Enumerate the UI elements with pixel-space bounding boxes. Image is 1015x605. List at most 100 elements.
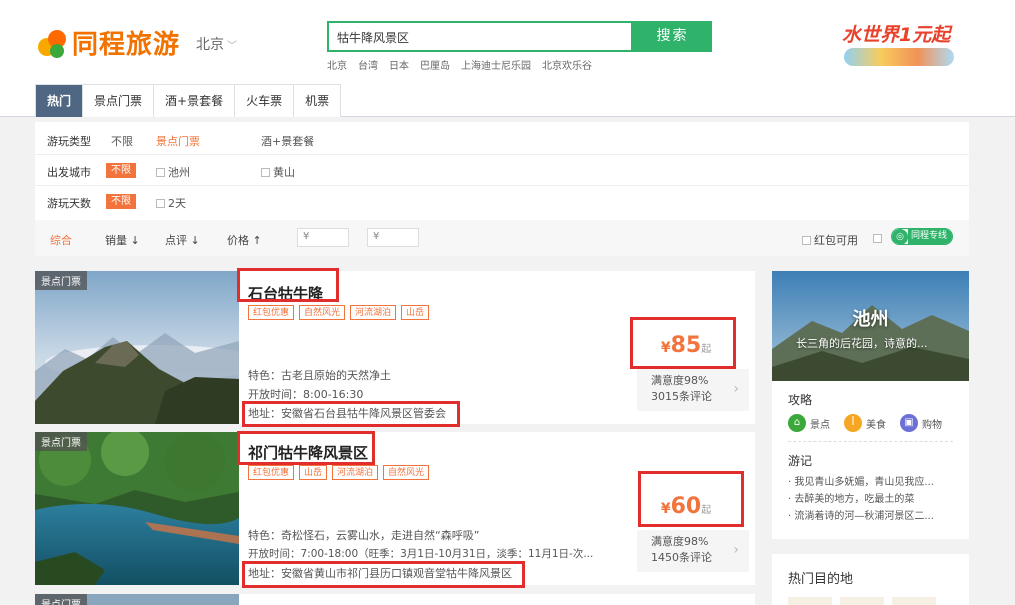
logo-text: 同程旅游 bbox=[72, 30, 181, 60]
destination-city: 池州 bbox=[852, 309, 889, 330]
hot-link[interactable]: 台湾 bbox=[358, 57, 378, 72]
city-name: 北京 bbox=[196, 37, 224, 53]
destination-card[interactable]: 池州 长三角的后花园，诗意的... 攻略 ⌂ 景点 ꟾ 美食 ▣ 购物 游记 · 我见… bbox=[772, 271, 969, 539]
listing-feature: 特色：奇松怪石，云雾山水，走进自然“森呼吸” bbox=[248, 529, 480, 542]
chevron-right-icon: › bbox=[733, 542, 739, 558]
tag: 山岳 bbox=[401, 305, 430, 320]
tab-hotel-package[interactable]: 酒+景套餐 bbox=[154, 85, 236, 117]
filter-checkbox[interactable]: 2天 bbox=[156, 195, 186, 211]
guide-links: ⌂ 景点 ꟾ 美食 ▣ 购物 bbox=[788, 414, 942, 432]
travel-note-link[interactable]: · 我见青山多妩媚，青山见我应... bbox=[788, 474, 934, 491]
food-icon: ꟾ bbox=[844, 414, 862, 432]
hot-destinations-card: 热门目的地 bbox=[772, 554, 969, 605]
arrow-up-icon: ↑ bbox=[252, 234, 262, 247]
hot-search-links: 北京 台湾 日本 巴厘岛 上海迪士尼乐园 北京欢乐谷 bbox=[327, 57, 592, 72]
mountain-photo bbox=[35, 271, 239, 424]
search-input[interactable]: 牯牛降风景区 bbox=[327, 21, 633, 52]
travel-notes-list: · 我见青山多妩媚，青山见我应... · 去醉美的地方，吃最土的菜 · 流淌着诗… bbox=[788, 474, 934, 525]
filter-option[interactable]: 不限 bbox=[111, 133, 133, 149]
guide-link-food[interactable]: ꟾ 美食 bbox=[844, 414, 886, 432]
hongbao-checkbox[interactable]: 红包可用 bbox=[802, 232, 858, 248]
search-button[interactable]: 搜索 bbox=[633, 21, 712, 52]
promo-wave-graphic bbox=[844, 48, 954, 66]
tongcheng-checkbox[interactable] bbox=[873, 232, 885, 245]
site-header: 同程旅游 北京 ﹀ 牯牛降风景区 搜索 北京 台湾 日本 巴厘岛 上海迪士尼乐园 … bbox=[0, 0, 1015, 84]
filter-checkbox[interactable]: 黄山 bbox=[261, 164, 295, 180]
lake-photo bbox=[35, 432, 239, 585]
arrow-down-icon: ↓ bbox=[130, 234, 140, 247]
destination-image[interactable]: 池州 长三角的后花园，诗意的... bbox=[772, 271, 969, 381]
filter-row-type: 游玩类型 不限 景点门票 酒+景套餐 bbox=[35, 124, 969, 155]
hot-link[interactable]: 巴厘岛 bbox=[420, 57, 450, 72]
travel-note-link[interactable]: · 流淌着诗的河—秋浦河景区二... bbox=[788, 508, 934, 525]
filter-checkbox[interactable]: 池州 bbox=[156, 164, 190, 180]
destination-slogan: 长三角的后花园，诗意的... bbox=[796, 337, 928, 350]
highlight-box bbox=[630, 317, 736, 369]
image-category-label: 景点门票 bbox=[35, 594, 87, 605]
tag: 红包优惠 bbox=[248, 465, 295, 480]
travel-note-link[interactable]: · 去醉美的地方，吃最土的菜 bbox=[788, 491, 934, 508]
destination-chip[interactable] bbox=[892, 597, 936, 605]
listing-tags: 红包优惠 山岳 河流湖泊 自然风光 bbox=[248, 465, 430, 480]
listing-image[interactable]: 景点门票 bbox=[35, 271, 239, 424]
guide-title: 攻略 bbox=[788, 393, 813, 407]
tab-tickets[interactable]: 景点门票 bbox=[83, 85, 155, 117]
filter-label: 游玩类型 bbox=[47, 135, 91, 148]
image-category-label: 景点门票 bbox=[35, 271, 87, 290]
filter-row-days: 游玩天数 不限 2天 bbox=[35, 186, 969, 217]
sort-price[interactable]: 价格 ↑ bbox=[227, 232, 262, 248]
highlight-box bbox=[237, 268, 339, 302]
image-category-label: 景点门票 bbox=[35, 432, 87, 451]
tag: 山岳 bbox=[299, 465, 328, 480]
listing-rating[interactable]: 满意度98% 3015条评论 › bbox=[637, 369, 749, 411]
guide-link-sights[interactable]: ⌂ 景点 bbox=[788, 414, 830, 432]
chevron-right-icon: › bbox=[733, 381, 739, 397]
checkbox-icon bbox=[873, 234, 882, 243]
listing-image[interactable]: 景点门票 bbox=[35, 432, 239, 585]
destination-chip[interactable] bbox=[788, 597, 832, 605]
chevron-down-icon: ﹀ bbox=[227, 41, 237, 52]
checkbox-icon bbox=[156, 168, 165, 177]
tab-train[interactable]: 火车票 bbox=[235, 85, 295, 117]
listing-rating[interactable]: 满意度98% 1450条评论 › bbox=[637, 530, 749, 572]
checkbox-icon bbox=[156, 199, 165, 208]
city-selector[interactable]: 北京 ﹀ bbox=[196, 34, 237, 54]
listing-card[interactable]: 景点门票 bbox=[35, 594, 755, 605]
filter-label: 游玩天数 bbox=[47, 197, 91, 210]
price-max-input[interactable]: ¥ bbox=[367, 228, 419, 247]
sort-default[interactable]: 综合 bbox=[50, 232, 72, 248]
house-icon: ⌂ bbox=[788, 414, 806, 432]
hot-link[interactable]: 北京 bbox=[327, 57, 347, 72]
hot-destinations-title: 热门目的地 bbox=[788, 572, 854, 587]
sort-rating[interactable]: 点评 ↓ bbox=[165, 232, 200, 248]
highlight-box bbox=[237, 431, 375, 465]
guide-link-shopping[interactable]: ▣ 购物 bbox=[900, 414, 942, 432]
tongcheng-logo-icon: ◎ bbox=[892, 229, 908, 244]
tag: 河流湖泊 bbox=[350, 305, 397, 320]
hot-link[interactable]: 北京欢乐谷 bbox=[542, 57, 592, 72]
tab-hot[interactable]: 热门 bbox=[36, 85, 84, 117]
filter-option-selected[interactable]: 景点门票 bbox=[156, 133, 200, 149]
divider bbox=[788, 441, 953, 442]
filter-option-selected[interactable]: 不限 bbox=[106, 163, 136, 178]
price-min-input[interactable]: ¥ bbox=[297, 228, 349, 247]
destination-chip[interactable] bbox=[840, 597, 884, 605]
filter-row-city: 出发城市 不限 池州 黄山 bbox=[35, 155, 969, 186]
filter-panel: 游玩类型 不限 景点门票 酒+景套餐 出发城市 不限 池州 黄山 游玩天数 不限… bbox=[35, 122, 969, 256]
tag: 红包优惠 bbox=[248, 305, 295, 320]
filter-option[interactable]: 酒+景套餐 bbox=[261, 133, 314, 149]
site-logo[interactable]: 同程旅游 bbox=[36, 24, 180, 61]
filter-option-selected[interactable]: 不限 bbox=[106, 194, 136, 209]
tag: 自然风光 bbox=[383, 465, 430, 480]
listing-image[interactable]: 景点门票 bbox=[35, 594, 239, 605]
sort-sales[interactable]: 销量 ↓ bbox=[105, 232, 140, 248]
listing-tags: 红包优惠 自然风光 河流湖泊 山岳 bbox=[248, 305, 430, 320]
logo-mark-icon bbox=[36, 26, 70, 60]
sort-bar: 综合 销量 ↓ 点评 ↓ 价格 ↑ ¥ - ¥ 红包可用 ◎ 同程专线 bbox=[35, 220, 969, 256]
tab-flight[interactable]: 机票 bbox=[294, 85, 341, 117]
promo-banner[interactable]: 水世界1元起 bbox=[838, 18, 966, 68]
hot-link[interactable]: 日本 bbox=[389, 57, 409, 72]
hot-link[interactable]: 上海迪士尼乐园 bbox=[461, 57, 531, 72]
tongcheng-badge: ◎ 同程专线 bbox=[891, 228, 954, 245]
listing-feature: 特色：古老且原始的天然净土 bbox=[248, 369, 391, 382]
